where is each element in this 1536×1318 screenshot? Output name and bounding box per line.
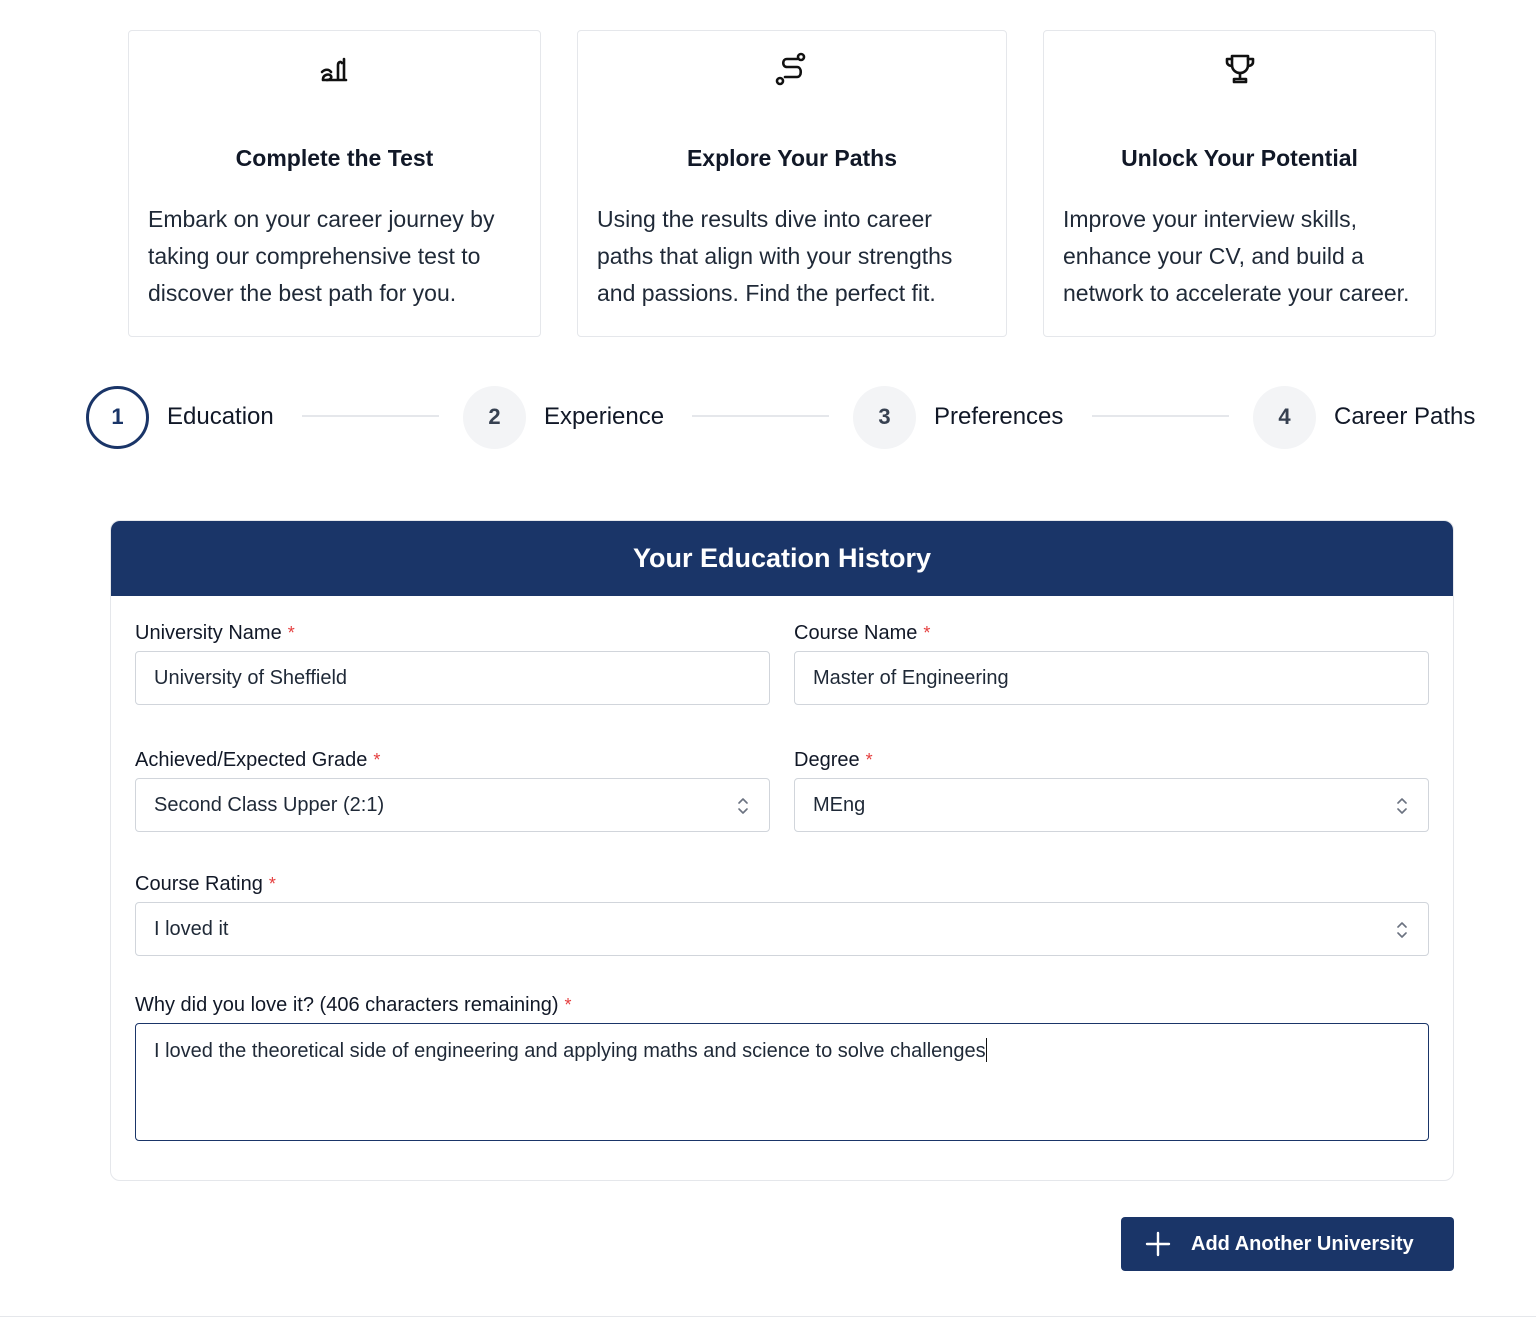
university-label: University Name * [135,622,295,644]
required-mark: * [865,750,873,770]
grade-select[interactable]: Second Class Upper (2:1) [135,778,770,832]
step-number: 2 [463,385,526,449]
step-label: Education [167,403,274,430]
rating-label: Course Rating * [135,873,276,895]
feature-card-title: Unlock Your Potential [1121,145,1358,171]
required-mark: * [923,623,931,643]
chevron-up-down-icon [1397,798,1407,814]
required-mark: * [564,995,572,1015]
text-caret [985,1038,987,1062]
step-number: 1 [86,385,149,449]
reason-label: Why did you love it? (406 characters rem… [135,994,572,1016]
chevron-up-down-icon [738,798,748,814]
feature-card-text: Improve your interview skills, enhance y… [1063,206,1410,306]
pen-ink-icon [129,51,540,87]
required-mark: * [287,623,295,643]
step-label: Experience [544,403,665,430]
grade-label: Achieved/Expected Grade * [135,749,381,771]
feature-card-title: Complete the Test [235,145,434,171]
feature-card-text: Using the results dive into career paths… [597,206,953,306]
step-number: 3 [853,385,916,449]
education-form: Your Education History University Name * … [110,520,1454,1181]
required-mark: * [268,874,276,894]
reason-textarea[interactable]: I loved the theoretical side of engineer… [135,1023,1429,1141]
feature-card-paths: Explore Your Paths Using the results div… [577,30,1007,337]
step-label: Career Paths [1334,403,1476,430]
plus-icon [1145,1231,1171,1257]
feature-card-test: Complete the Test Embark on your career … [128,30,541,337]
required-mark: * [373,750,381,770]
add-another-university-button[interactable]: Add Another University [1121,1217,1454,1271]
rating-select[interactable]: I loved it [135,902,1429,956]
add-button-label: Add Another University [1191,1232,1414,1255]
form-header: Your Education History [111,521,1453,596]
step-experience[interactable]: 2 Experience [463,385,664,449]
step-number: 4 [1253,385,1316,449]
course-input[interactable]: Master of Engineering [794,651,1429,705]
feature-card-text: Embark on your career journey by taking … [148,206,495,306]
degree-label: Degree * [794,749,873,771]
trophy-icon [1044,51,1435,87]
step-label: Preferences [934,403,1064,430]
step-connector [302,415,439,417]
course-label: Course Name * [794,622,931,644]
form-title: Your Education History [632,543,932,573]
route-icon [578,51,1006,87]
university-input[interactable]: University of Sheffield [135,651,770,705]
feature-card-potential: Unlock Your Potential Improve your inter… [1043,30,1436,337]
degree-select[interactable]: MEng [794,778,1429,832]
step-connector [692,415,829,417]
footer-divider [0,1316,1536,1317]
step-career-paths[interactable]: 4 Career Paths [1253,385,1475,449]
feature-card-title: Explore Your Paths [686,145,898,171]
step-preferences[interactable]: 3 Preferences [853,385,1063,449]
chevron-up-down-icon [1397,922,1407,938]
step-connector [1092,415,1229,417]
step-education[interactable]: 1 Education [86,385,274,449]
